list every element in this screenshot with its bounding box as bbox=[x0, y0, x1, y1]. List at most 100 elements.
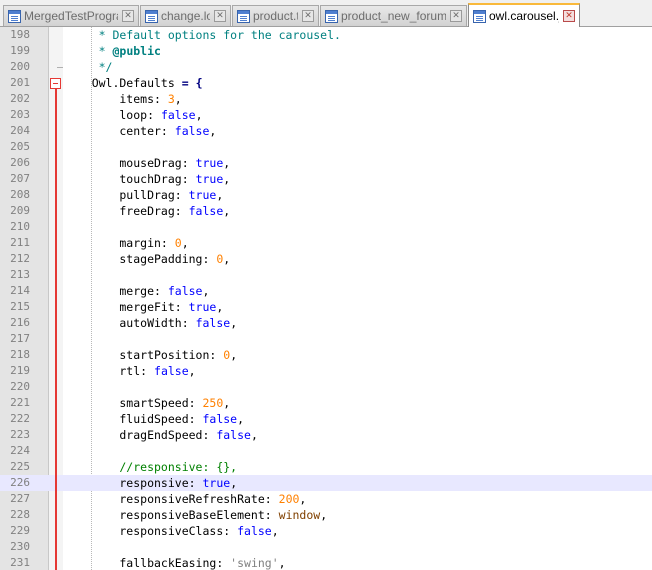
code-line[interactable]: 222 fluidSpeed: false, bbox=[0, 411, 652, 427]
code-line[interactable]: 218 startPosition: 0, bbox=[0, 347, 652, 363]
code-token: , bbox=[223, 156, 231, 170]
code-line[interactable]: 228 responsiveBaseElement: window, bbox=[0, 507, 652, 523]
code-line[interactable]: 209 freeDrag: false, bbox=[0, 203, 652, 219]
line-number: 201 bbox=[10, 76, 30, 89]
code-line[interactable]: 201 Owl.Defaults = { bbox=[0, 75, 652, 91]
code-token: startPosition: bbox=[64, 348, 224, 362]
code-token: = bbox=[181, 76, 189, 90]
code-token: , bbox=[174, 92, 182, 106]
code-token: 0 bbox=[174, 236, 182, 250]
code-token: , bbox=[223, 396, 231, 410]
line-code: responsiveRefreshRate: 200, bbox=[64, 491, 652, 507]
line-number: 214 bbox=[10, 284, 30, 297]
tab-product-new-forum-tpl[interactable]: product_new_forum.tpl ✕ bbox=[320, 5, 467, 26]
code-line[interactable]: 227 responsiveRefreshRate: 200, bbox=[0, 491, 652, 507]
code-token: rtl: bbox=[64, 364, 155, 378]
code-line[interactable]: 200 */ bbox=[0, 59, 652, 75]
code-token: , bbox=[271, 524, 279, 538]
code-line[interactable]: 202 items: 3, bbox=[0, 91, 652, 107]
code-line[interactable]: 213 bbox=[0, 267, 652, 283]
tab-owl-carousel-js[interactable]: owl.carousel.js ✕ bbox=[468, 3, 580, 27]
code-line[interactable]: 207 touchDrag: true, bbox=[0, 171, 652, 187]
code-line[interactable]: 215 mergeFit: true, bbox=[0, 299, 652, 315]
code-line[interactable]: 212 stagePadding: 0, bbox=[0, 251, 652, 267]
close-icon[interactable]: ✕ bbox=[214, 10, 226, 22]
code-line[interactable]: 225 //responsive: {}, bbox=[0, 459, 652, 475]
code-line[interactable]: 221 smartSpeed: 250, bbox=[0, 395, 652, 411]
code-line[interactable]: 224 bbox=[0, 443, 652, 459]
code-token: margin: bbox=[64, 236, 175, 250]
code-token: 200 bbox=[278, 492, 300, 506]
code-token: fluidSpeed: bbox=[64, 412, 203, 426]
code-token: , bbox=[250, 428, 258, 442]
code-token: * bbox=[64, 44, 113, 58]
tab-label: MergedTestProgram bbox=[24, 9, 118, 23]
code-line[interactable]: 231 fallbackEasing: 'swing', bbox=[0, 555, 652, 570]
code-line[interactable]: 223 dragEndSpeed: false, bbox=[0, 427, 652, 443]
tab-label: product_new_forum.tpl bbox=[341, 9, 446, 23]
code-line[interactable]: 211 margin: 0, bbox=[0, 235, 652, 251]
code-line[interactable]: 217 bbox=[0, 331, 652, 347]
code-token: , bbox=[278, 556, 286, 570]
file-icon bbox=[145, 9, 158, 23]
tab-change-log[interactable]: change.log ✕ bbox=[140, 5, 231, 26]
line-code: center: false, bbox=[64, 123, 652, 139]
code-line[interactable]: 220 bbox=[0, 379, 652, 395]
line-code: margin: 0, bbox=[64, 235, 652, 251]
line-code: //responsive: {}, bbox=[64, 459, 652, 475]
code-token: 'swing' bbox=[230, 556, 279, 570]
line-code: items: 3, bbox=[64, 91, 652, 107]
code-line[interactable]: 206 mouseDrag: true, bbox=[0, 155, 652, 171]
line-number: 209 bbox=[10, 204, 30, 217]
code-line[interactable]: 204 center: false, bbox=[0, 123, 652, 139]
code-token: Owl.Defaults bbox=[64, 76, 182, 90]
code-line[interactable]: 205 bbox=[0, 139, 652, 155]
line-number: 204 bbox=[10, 124, 30, 137]
code-line[interactable]: 198 * Default options for the carousel. bbox=[0, 27, 652, 43]
line-number: 223 bbox=[10, 428, 30, 441]
code-line[interactable]: 226 responsive: true, bbox=[0, 475, 652, 491]
code-token: mouseDrag: bbox=[64, 156, 196, 170]
line-number: 231 bbox=[10, 556, 30, 569]
code-line[interactable]: 229 responsiveClass: false, bbox=[0, 523, 652, 539]
line-code: responsiveClass: false, bbox=[64, 523, 652, 539]
code-token: , bbox=[299, 492, 307, 506]
line-number: 221 bbox=[10, 396, 30, 409]
code-token: @public bbox=[112, 44, 161, 58]
code-token: , bbox=[216, 188, 224, 202]
line-number: 218 bbox=[10, 348, 30, 361]
code-token: , bbox=[216, 300, 224, 314]
code-token: merge: bbox=[64, 284, 168, 298]
line-number: 202 bbox=[10, 92, 30, 105]
line-number: 203 bbox=[10, 108, 30, 121]
code-token: true bbox=[195, 172, 224, 186]
code-editor[interactable]: 198 * Default options for the carousel. 1… bbox=[0, 27, 652, 570]
code-line[interactable]: 219 rtl: false, bbox=[0, 363, 652, 379]
line-code: mergeFit: true, bbox=[64, 299, 652, 315]
tab-product-tpl[interactable]: product.tpl ✕ bbox=[232, 5, 319, 26]
code-line[interactable]: 199 * @public bbox=[0, 43, 652, 59]
code-token: //responsive: {}, bbox=[64, 460, 238, 474]
close-icon[interactable]: ✕ bbox=[450, 10, 462, 22]
tab-label: change.log bbox=[161, 9, 210, 23]
line-code: fallbackEasing: 'swing', bbox=[64, 555, 652, 570]
line-number: 226 bbox=[10, 476, 30, 489]
close-icon[interactable]: ✕ bbox=[302, 10, 314, 22]
tab-merged-test-program[interactable]: MergedTestProgram ✕ bbox=[3, 5, 139, 26]
code-token: , bbox=[223, 252, 231, 266]
code-line[interactable]: 214 merge: false, bbox=[0, 283, 652, 299]
code-token: , bbox=[202, 284, 210, 298]
line-number: 230 bbox=[10, 540, 30, 553]
code-token: freeDrag: bbox=[64, 204, 189, 218]
close-icon[interactable]: ✕ bbox=[122, 10, 134, 22]
code-line[interactable]: 216 autoWidth: false, bbox=[0, 315, 652, 331]
code-token: pullDrag: bbox=[64, 188, 189, 202]
fold-collapse-icon[interactable] bbox=[50, 78, 61, 89]
line-code: merge: false, bbox=[64, 283, 652, 299]
code-line[interactable]: 210 bbox=[0, 219, 652, 235]
code-line[interactable]: 203 loop: false, bbox=[0, 107, 652, 123]
close-icon[interactable]: ✕ bbox=[563, 10, 575, 22]
line-code: stagePadding: 0, bbox=[64, 251, 652, 267]
code-line[interactable]: 208 pullDrag: true, bbox=[0, 187, 652, 203]
code-line[interactable]: 230 bbox=[0, 539, 652, 555]
